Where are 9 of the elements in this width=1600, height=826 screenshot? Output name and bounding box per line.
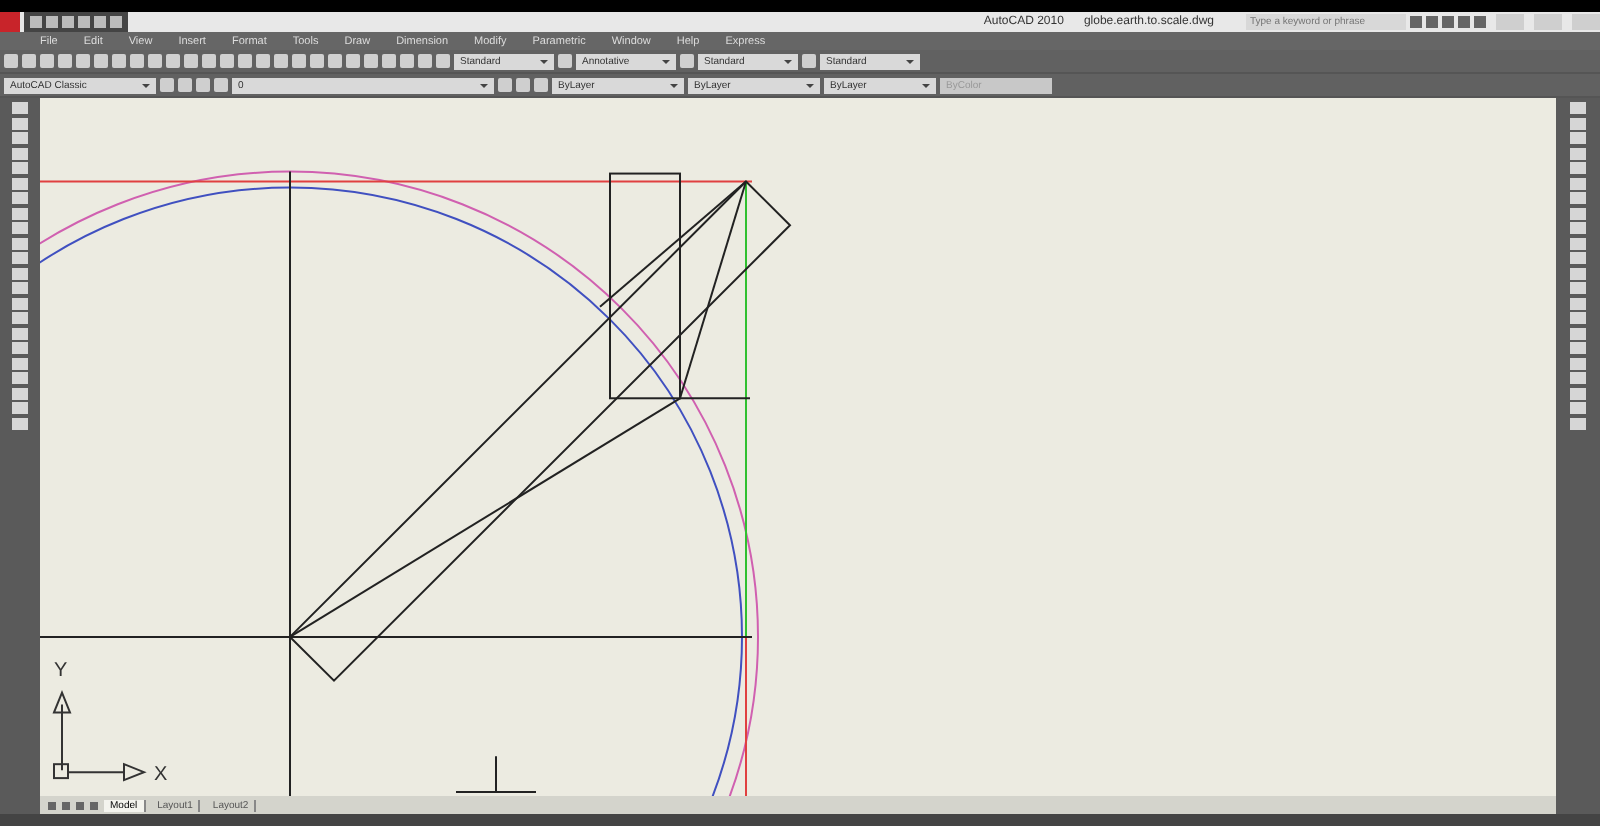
logo-icon[interactable]	[0, 12, 20, 32]
style-icon[interactable]	[558, 54, 572, 68]
style-icon[interactable]	[680, 54, 694, 68]
x-axis-label: X	[154, 764, 168, 786]
y-axis-label: Y	[54, 660, 68, 682]
style-icon[interactable]	[802, 54, 816, 68]
style-icon[interactable]	[436, 54, 450, 68]
crosshair-cursor-icon	[455, 755, 537, 793]
ucs-axis-icon	[52, 689, 147, 782]
